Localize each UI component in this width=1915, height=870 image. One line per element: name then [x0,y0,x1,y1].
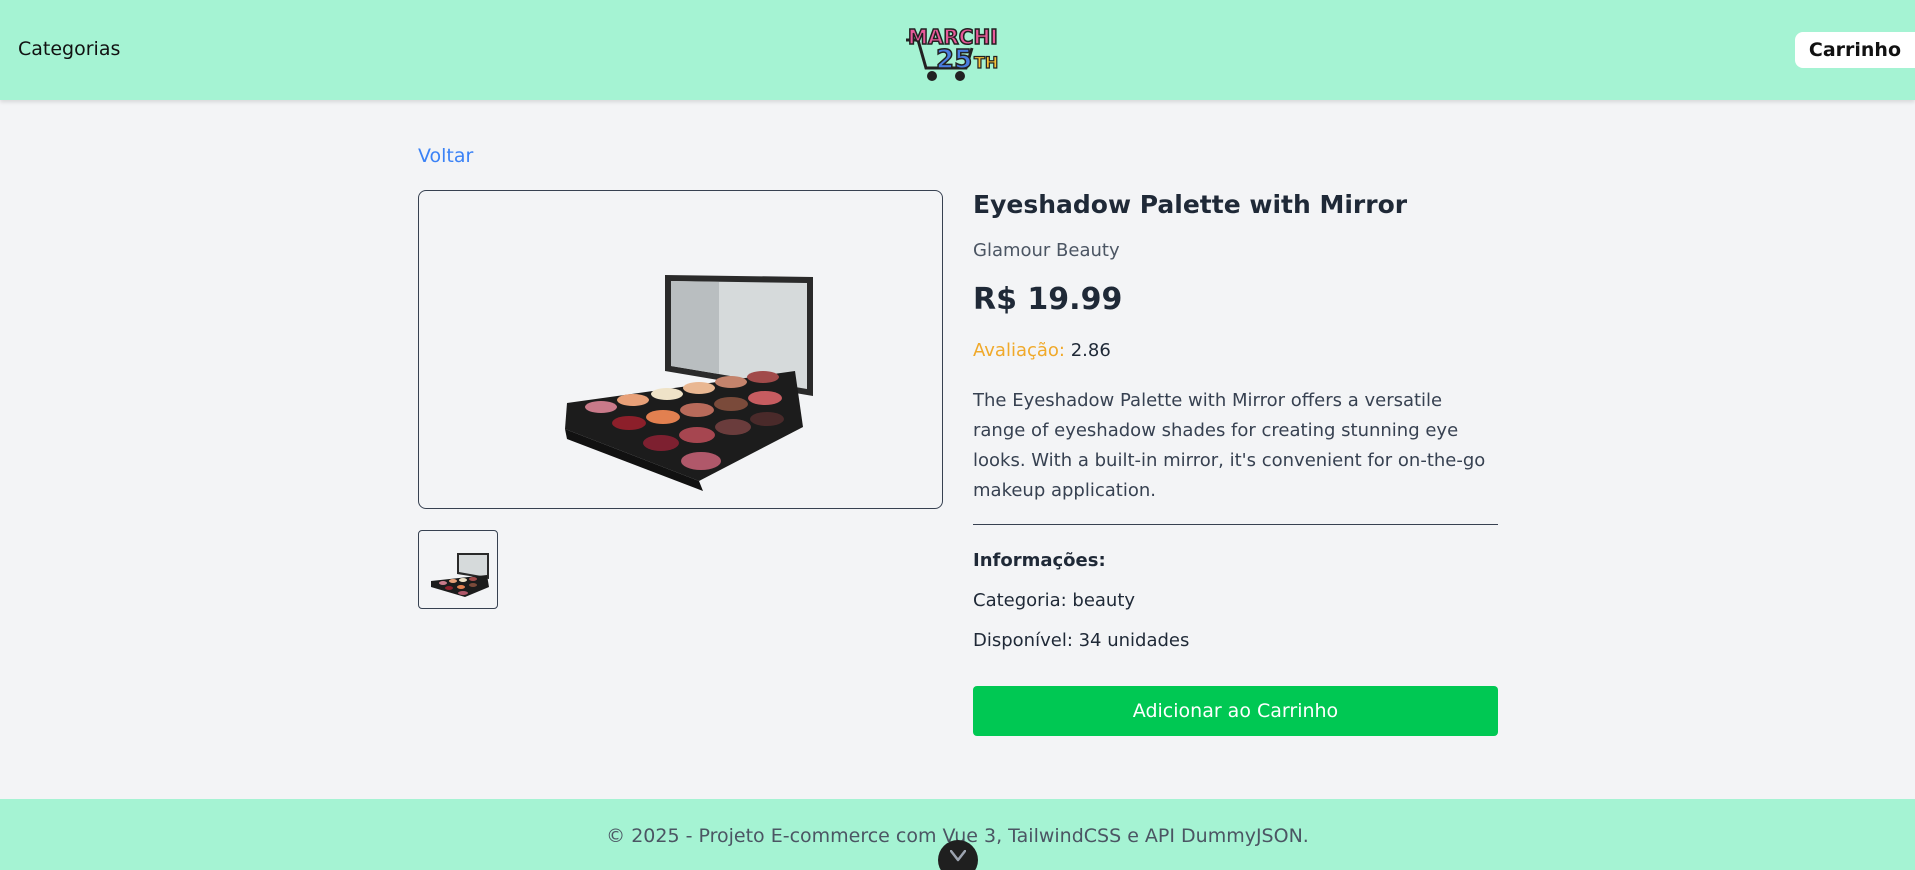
cart-button[interactable]: Carrinho [1794,32,1915,68]
product-category: Categoria: beauty [973,590,1136,611]
product-description: The Eyeshadow Palette with Mirror offers… [973,390,1486,501]
product-rating: Avaliação: 2.86 [973,340,1111,361]
product-thumbnail[interactable] [418,530,498,609]
divider [973,524,1498,525]
product-title: Eyeshadow Palette with Mirror [973,190,1408,219]
product-brand: Glamour Beauty [973,240,1120,261]
svg-text:TH: TH [974,53,998,72]
info-heading: Informações: [973,550,1106,571]
site-logo[interactable]: MARCHI 25 TH [900,10,1018,88]
categories-menu-button[interactable]: Categorias [18,38,120,60]
add-to-cart-button[interactable]: Adicionar ao Carrinho [973,686,1498,736]
chevron-down-icon [950,850,966,862]
product-main-image [418,190,943,509]
rating-label: Avaliação: [973,340,1065,361]
rating-value: 2.86 [1070,340,1111,361]
back-link[interactable]: Voltar [418,145,473,167]
product-stock: Disponível: 34 unidades [973,630,1190,651]
svg-text:25: 25 [936,45,972,75]
product-price: R$ 19.99 [973,282,1123,317]
site-header: Categorias MARCHI 25 TH Carrinho [0,0,1915,100]
